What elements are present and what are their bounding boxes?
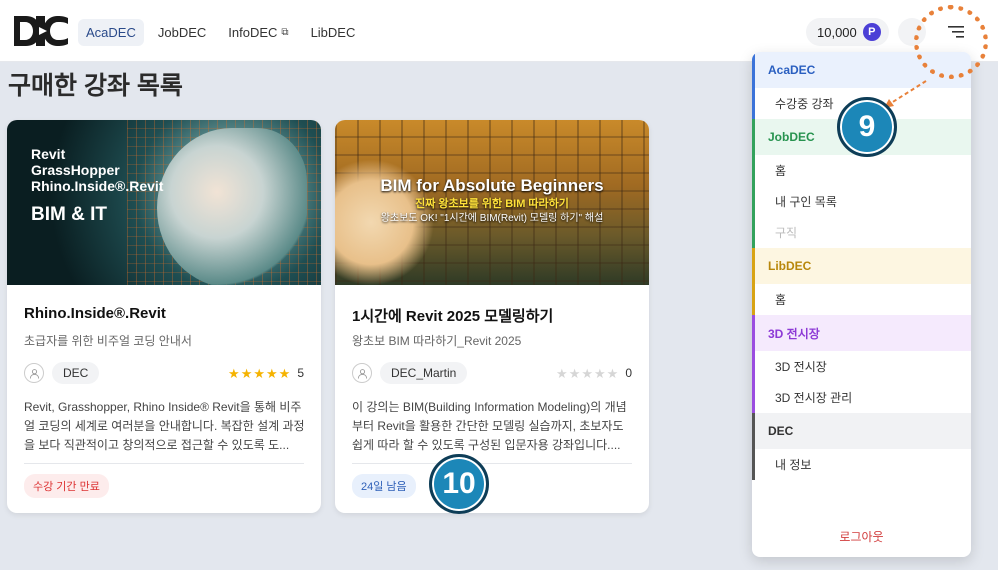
menu-item-job-search: 구직 [752,217,971,248]
nav-libdec[interactable]: LibDEC [303,19,364,46]
card-divider [352,463,632,464]
course-rating: ★ ★ ★ ★ ★ 5 [228,366,304,380]
logout-button[interactable]: 로그아웃 [752,528,971,545]
course-description: 이 강의는 BIM(Building Information Modeling)… [352,400,627,452]
nav-libdec-label: LibDEC [310,25,356,40]
menu-section-header: LibDEC [752,248,971,284]
course-title[interactable]: Rhino.Inside®.Revit [24,305,166,322]
main-nav: AcaDEC JobDEC InfoDEC ⧉ LibDEC [78,19,363,46]
course-rating: ★ ★ ★ ★ ★ 0 [556,366,632,380]
star-icon: ★ [606,365,619,381]
author-name: DEC_Martin [380,362,468,384]
points-balance[interactable]: 10,000 P [806,18,889,46]
author-name: DEC [52,362,100,384]
star-icon: ★ [228,365,240,381]
thumb-text-lines: Revit GrassHopper Rhino.Inside®.Revit [31,146,163,194]
course-card[interactable]: BIM for Absolute Beginners 진짜 왕초보를 위한 BI… [335,120,649,513]
star-icon: ★ [253,365,265,381]
highlight-ring [914,5,988,79]
thumb-title: BIM for Absolute Beginners [380,176,604,195]
page-title: 구매한 강좌 목록 [8,72,183,100]
menu-item-my-info[interactable]: 내 정보 [752,449,971,480]
thumb-line-2: GrassHopper [31,162,120,178]
course-description: Revit, Grasshopper, Rhino Inside® Revit을… [24,400,305,452]
dec-logo[interactable] [12,14,70,48]
menu-item-lib-home[interactable]: 홈 [752,284,971,315]
thumb-subtitle-2: 왕초보도 OK! "1시간에 BIM(Revit) 모델링 하기" 해설 [380,213,604,224]
thumb-tag: BIM & IT [31,204,107,225]
course-thumbnail[interactable]: Revit GrassHopper Rhino.Inside®.Revit BI… [7,120,321,285]
thumb-line-3: Rhino.Inside®.Revit [31,178,164,194]
star-icon: ★ [278,365,291,381]
course-thumbnail[interactable]: BIM for Absolute Beginners 진짜 왕초보를 위한 BI… [335,120,649,285]
star-icon: ★ [594,365,606,381]
card-divider [24,463,304,464]
course-card[interactable]: Revit GrassHopper Rhino.Inside®.Revit BI… [7,120,321,513]
star-icon: ★ [266,365,278,381]
menu-section-header: 3D 전시장 [752,315,971,351]
menu-section-header: DEC [752,413,971,449]
rating-value: 0 [625,366,632,380]
menu-section-dec: DEC 내 정보 [752,413,971,480]
nav-jobdec[interactable]: JobDEC [150,19,214,46]
step-callout-10: 10 [429,454,489,514]
course-subtitle: 왕초보 BIM 따라하기_Revit 2025 [352,334,522,348]
star-icon: ★ [240,365,253,381]
nav-acadec[interactable]: AcaDEC [78,19,144,46]
course-author: DEC [24,362,100,384]
menu-item-job-home[interactable]: 홈 [752,155,971,186]
user-icon [352,363,372,383]
user-icon [24,363,44,383]
rating-value: 5 [297,366,304,380]
menu-item-my-job-listings[interactable]: 내 구인 목록 [752,186,971,217]
course-title[interactable]: 1시간에 Revit 2025 모델링하기 [352,305,553,326]
star-icon: ★ [556,365,568,381]
star-icon: ★ [581,365,593,381]
nav-jobdec-label: JobDEC [157,25,207,40]
menu-section-3d-exhibition: 3D 전시장 3D 전시장 3D 전시장 관리 [752,315,971,413]
robot-face-image [157,128,307,285]
thumb-line-1: Revit [31,146,66,162]
course-author: DEC_Martin [352,362,468,384]
star-icon: ★ [568,365,581,381]
step-callout-9: 9 [837,97,897,157]
course-subtitle: 초급자를 위한 비주얼 코딩 안내서 [24,334,192,348]
menu-section-libdec: LibDEC 홈 [752,248,971,315]
menu-item-3d-exhibition[interactable]: 3D 전시장 [752,351,971,382]
nav-acadec-label: AcaDEC [86,25,136,40]
external-link-icon: ⧉ [281,27,289,38]
points-icon: P [862,23,881,41]
nav-infodec-label: InfoDEC [228,25,278,40]
menu-item-3d-exhibition-manage[interactable]: 3D 전시장 관리 [752,382,971,413]
points-value: 10,000 [817,24,857,40]
status-badge: 24일 남음 [352,474,416,498]
status-badge: 수강 기간 만료 [24,474,109,498]
nav-infodec[interactable]: InfoDEC ⧉ [220,19,296,46]
